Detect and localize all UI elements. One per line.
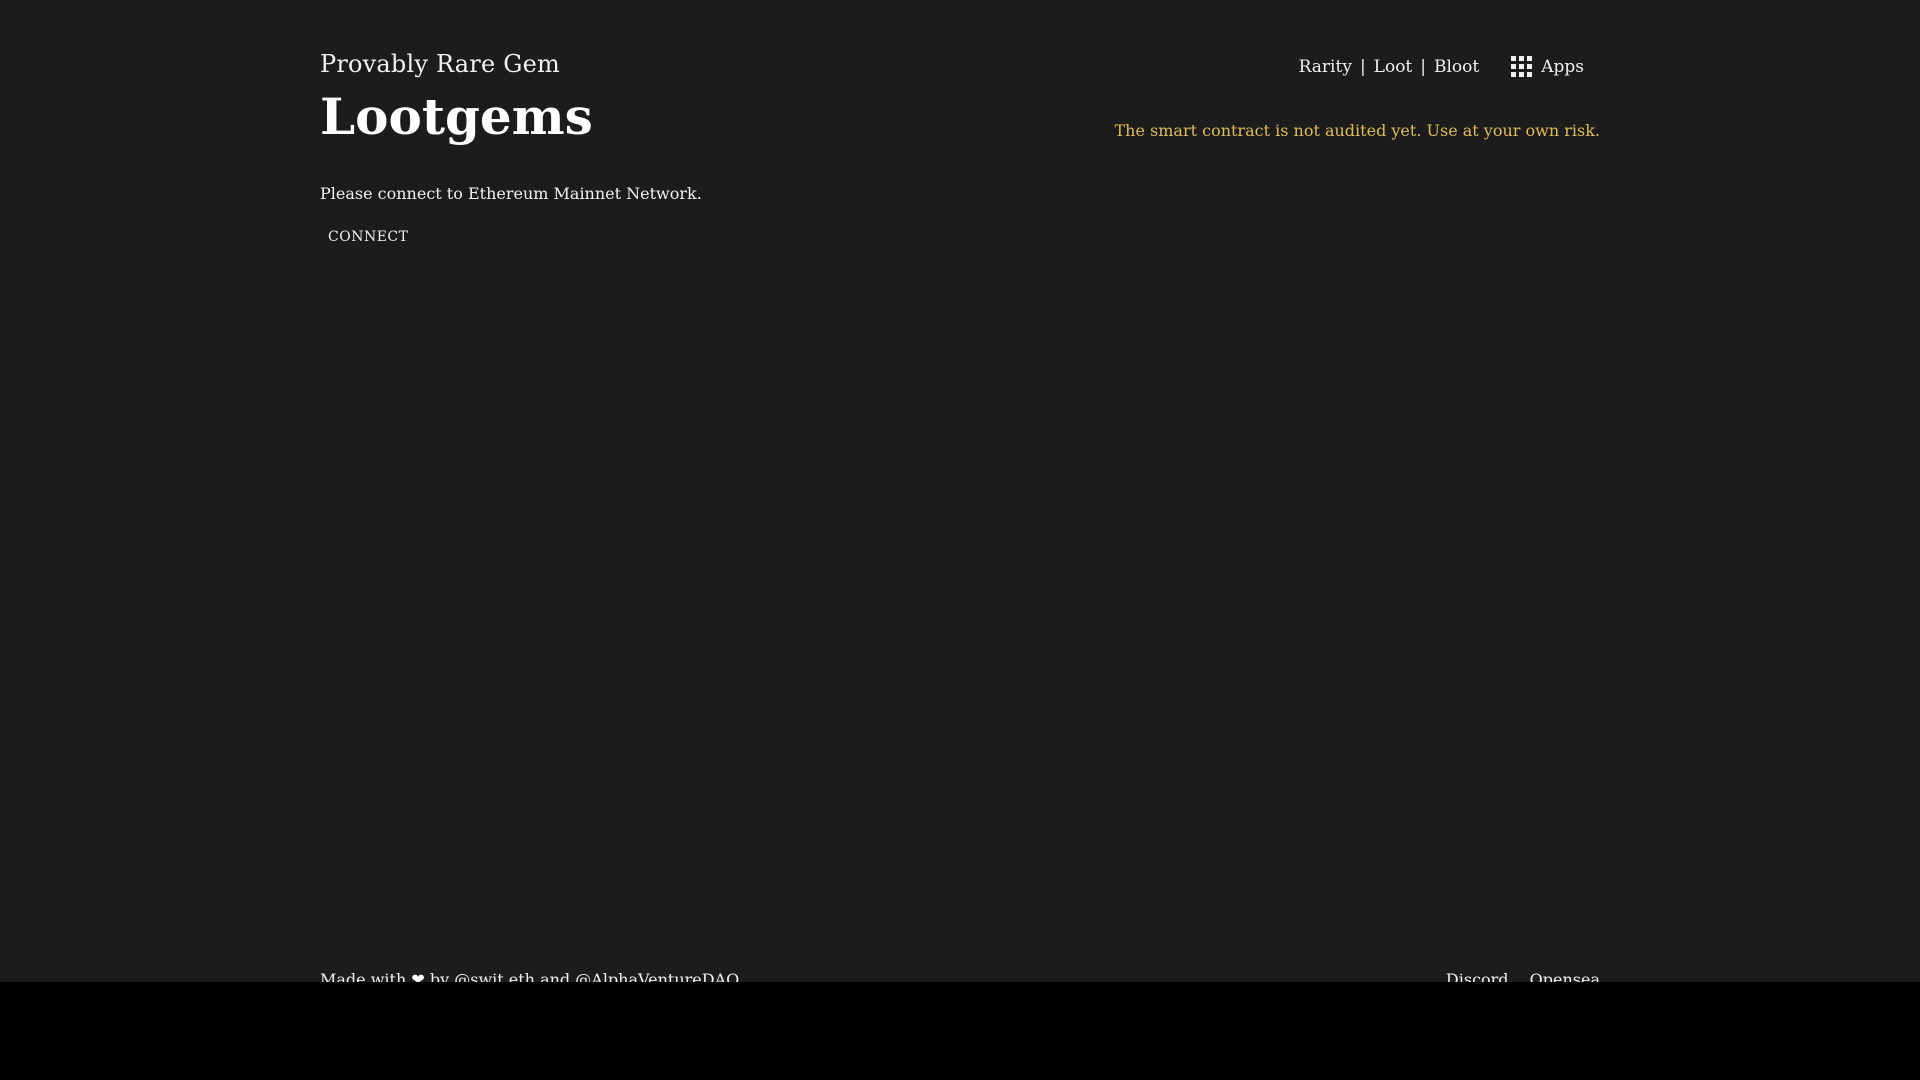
audit-warning: The smart contract is not audited yet. U…: [1114, 121, 1600, 140]
header: Provably Rare Gem Lootgems: [320, 50, 593, 142]
main-content: Please connect to Ethereum Mainnet Netwo…: [320, 184, 702, 245]
bottom-band: [0, 982, 1920, 1080]
nav-link-bloot[interactable]: Bloot: [1434, 57, 1479, 77]
top-nav: Rarity | Loot | Bloot Apps: [1299, 56, 1584, 77]
nav-separator: |: [1359, 56, 1366, 77]
page: Provably Rare Gem Lootgems Rarity | Loot…: [0, 0, 1920, 1080]
nav-link-rarity[interactable]: Rarity: [1299, 57, 1352, 77]
nav-separator: |: [1420, 56, 1426, 77]
nav-link-loot[interactable]: Loot: [1374, 57, 1413, 77]
site-subtitle: Provably Rare Gem: [320, 50, 560, 78]
connect-button[interactable]: CONNECT: [328, 229, 408, 245]
page-title: Lootgems: [320, 87, 593, 146]
connect-prompt: Please connect to Ethereum Mainnet Netwo…: [320, 184, 702, 203]
grid-icon: [1511, 56, 1533, 77]
apps-menu-button[interactable]: Apps: [1511, 56, 1584, 77]
apps-label: Apps: [1541, 56, 1584, 77]
